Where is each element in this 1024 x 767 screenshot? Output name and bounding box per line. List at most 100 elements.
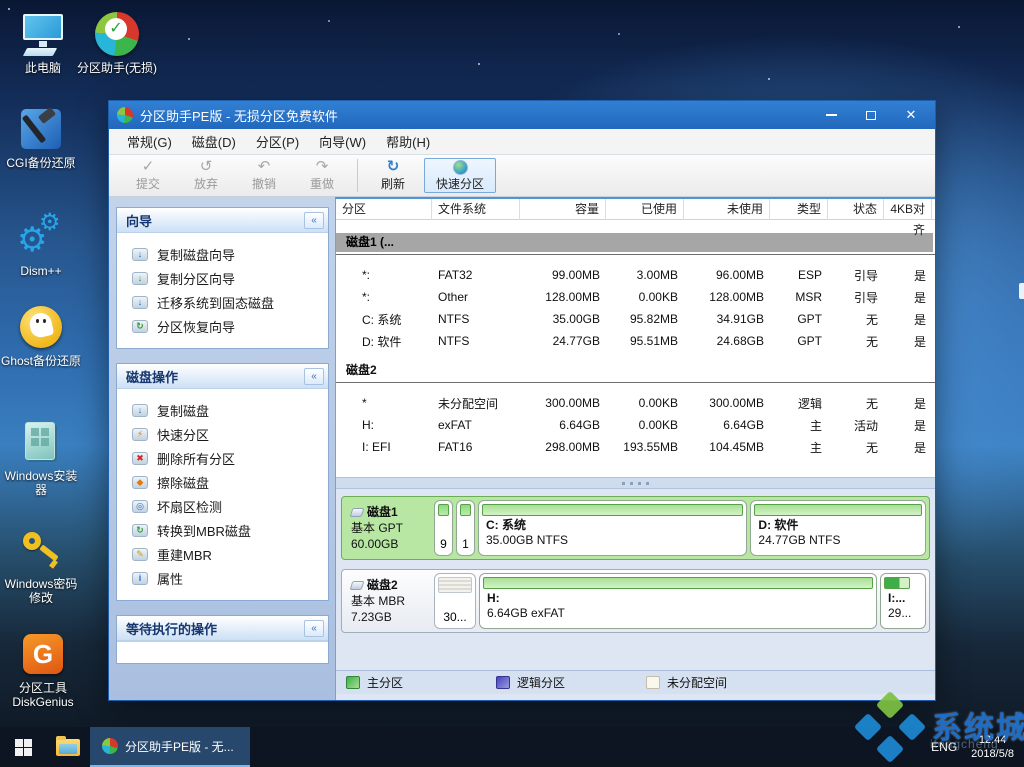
desktop-icon-partition-assistant[interactable]: ✓ 分区助手(无损) [76,10,158,75]
language-indicator[interactable]: ENG [921,727,967,767]
sidebar-item-convert-to-mbr[interactable]: ↻ 转换到MBR磁盘 [121,518,324,542]
table-row[interactable]: C: 系统 NTFS 35.00GB 95.82MB 34.91GB GPT 无… [336,308,935,330]
redo-button[interactable]: ↷ 重做 [293,155,351,196]
disk1-label: 磁盘1 基本 GPT 60.00GB [345,500,431,556]
collapse-chevron-icon[interactable]: « [304,212,324,229]
recovery-wizard-icon: ↻ [132,320,148,333]
desktop-icon-ghost-backup[interactable]: Ghost备份还原 [0,303,82,368]
pending-operations-list[interactable] [117,641,328,663]
panel-title: 等待执行的操作 [126,619,217,638]
column-header[interactable]: 4KB对齐 [884,199,932,220]
sidebar-item-partition-recovery-wizard[interactable]: ↻ 分区恢复向导 [121,314,324,338]
rebuild-mbr-icon: ✎ [132,548,148,561]
table-row[interactable]: D: 软件 NTFS 24.77GB 95.51MB 24.68GB GPT 无… [336,330,935,352]
taskbar-clock[interactable]: 12:44 2018/5/8 [967,733,1024,761]
sidebar-item-delete-all-partitions[interactable]: ✖ 删除所有分区 [121,446,324,470]
disk1-group-header[interactable]: 磁盘1 (... [336,233,933,252]
sidebar-item-bad-sector-test[interactable]: ◎ 坏扇区检测 [121,494,324,518]
desktop-icon-label: 分区助手(无损) [76,61,158,75]
wizard-panel: 向导 « ↓ 复制磁盘向导 ↓ 复制分区向导 ↓ [116,207,329,349]
start-button[interactable] [0,727,46,767]
unallocated-swatch [646,676,660,689]
discard-button[interactable]: ↺ 放弃 [177,155,235,196]
pending-operations-panel: 等待执行的操作 « [116,615,329,664]
sidebar-item-properties[interactable]: i 属性 [121,566,324,590]
menu-general[interactable]: 常规(G) [117,129,182,154]
maximize-button[interactable] [851,103,891,127]
sidebar-item-copy-partition-wizard[interactable]: ↓ 复制分区向导 [121,266,324,290]
table-row[interactable]: I: EFI FAT16 298.00MB 193.55MB 104.45MB … [336,436,935,458]
window-title: 分区助手PE版 - 无损分区免费软件 [140,106,811,125]
table-row[interactable]: *: Other 128.00MB 0.00KB 128.00MB MSR 引导… [336,286,935,308]
sidebar-item-quick-partition[interactable]: ⚡ 快速分区 [121,422,324,446]
disk2-map-row[interactable]: 磁盘2 基本 MBR 7.23GB 30... H:6.64GB exFAT [341,569,930,633]
disk2-group-header[interactable]: 磁盘2 [336,361,935,380]
table-row[interactable]: *: FAT32 99.00MB 3.00MB 96.00MB ESP 引导 是 [336,264,935,286]
refresh-icon: ↻ [387,159,400,175]
taskbar-app-partition-assistant[interactable]: 分区助手PE版 - 无... [90,727,250,767]
desktop-icon-dism[interactable]: ⚙⚙ Dism++ [0,213,82,278]
splitter-handle[interactable] [336,477,935,489]
taskbar: 分区助手PE版 - 无... ENG 12:44 2018/5/8 [0,727,1024,767]
usage-indicator [483,577,873,589]
disk-icon [350,508,365,517]
quick-partition-icon [453,160,468,175]
collapse-chevron-icon[interactable]: « [304,620,324,637]
column-header[interactable]: 文件系统 [432,199,520,220]
disk2-h-partition-block[interactable]: H:6.64GB exFAT [479,573,877,629]
sidebar-item-wipe-disk[interactable]: ◆ 擦除磁盘 [121,470,324,494]
column-header[interactable]: 已使用 [606,199,684,220]
sidebar-item-rebuild-mbr[interactable]: ✎ 重建MBR [121,542,324,566]
disk2-i-partition-block[interactable]: I:...29... [880,573,926,629]
desktop-icon-cgi-backup[interactable]: CGI备份还原 [0,105,82,170]
desktop: 此电脑 ✓ 分区助手(无损) CGI备份还原 ⚙⚙ Dism++ Ghost备份… [0,0,1024,767]
disk1-msr-partition-block[interactable]: 1 [456,500,475,556]
menu-bar: 常规(G) 磁盘(D) 分区(P) 向导(W) 帮助(H) [109,129,935,155]
disk1-c-partition-block[interactable]: C: 系统35.00GB NTFS [478,500,747,556]
column-header[interactable]: 状态 [828,199,884,220]
quick-partition-button[interactable]: 快速分区 [424,158,496,193]
undo-button[interactable]: ↶ 撤销 [235,155,293,196]
logical-partition-swatch [496,676,510,689]
sidebar-item-migrate-os-ssd[interactable]: ↓ 迁移系统到固态磁盘 [121,290,324,314]
refresh-button[interactable]: ↻ 刷新 [364,155,422,196]
menu-wizard[interactable]: 向导(W) [309,129,376,154]
disk1-esp-partition-block[interactable]: 9 [434,500,453,556]
gears-icon: ⚙⚙ [17,213,65,261]
disk1-map-row[interactable]: 磁盘1 基本 GPT 60.00GB 9 1 [341,496,930,560]
toolbar-separator [357,159,358,192]
close-button[interactable]: ✕ [891,103,931,127]
table-row[interactable]: H: exFAT 6.64GB 0.00KB 6.64GB 主 活动 是 [336,414,935,436]
file-explorer-button[interactable] [46,727,90,767]
wipe-disk-icon: ◆ [132,476,148,489]
menu-disk[interactable]: 磁盘(D) [182,129,246,154]
desktop-icon-windows-password[interactable]: Windows密码修改 [0,526,82,605]
commit-button[interactable]: ✓ 提交 [119,155,177,196]
desktop-icon-diskgenius[interactable]: 分区工具DiskGenius [2,630,84,709]
panel-title: 向导 [126,211,152,230]
column-header[interactable]: 容量 [520,199,606,220]
column-header[interactable]: 分区 [336,199,432,220]
system-tray: ENG 12:44 2018/5/8 [921,727,1024,767]
sidebar-item-copy-disk-wizard[interactable]: ↓ 复制磁盘向导 [121,242,324,266]
column-header[interactable]: 类型 [770,199,828,220]
table-header: 分区 文件系统 容量 已使用 未使用 类型 状态 4KB对齐 [336,199,935,220]
minimize-button[interactable] [811,103,851,127]
menu-help[interactable]: 帮助(H) [376,129,440,154]
column-header[interactable]: 未使用 [684,199,770,220]
windows-logo-icon [15,739,32,756]
usage-indicator [438,504,449,516]
clock-date: 2018/5/8 [971,747,1014,761]
desktop-icon-windows-installer[interactable]: Windows安装器 [0,418,82,497]
disk2-unallocated-block[interactable]: 30... [434,573,476,629]
title-bar[interactable]: 分区助手PE版 - 无损分区免费软件 ✕ [109,101,935,129]
sidebar-item-copy-disk[interactable]: ↓ 复制磁盘 [121,398,324,422]
panel-header: 等待执行的操作 « [117,616,328,641]
disk1-d-partition-block[interactable]: D: 软件24.77GB NTFS [750,500,926,556]
desktop-icon-this-pc[interactable]: 此电脑 [2,10,84,75]
hammer-icon [17,105,65,153]
menu-partition[interactable]: 分区(P) [246,129,309,154]
table-row[interactable]: * 未分配空间 300.00MB 0.00KB 300.00MB 逻辑 无 是 [336,392,935,414]
disk-operations-panel: 磁盘操作 « ↓ 复制磁盘 ⚡ 快速分区 ✖ [116,363,329,601]
collapse-chevron-icon[interactable]: « [304,368,324,385]
